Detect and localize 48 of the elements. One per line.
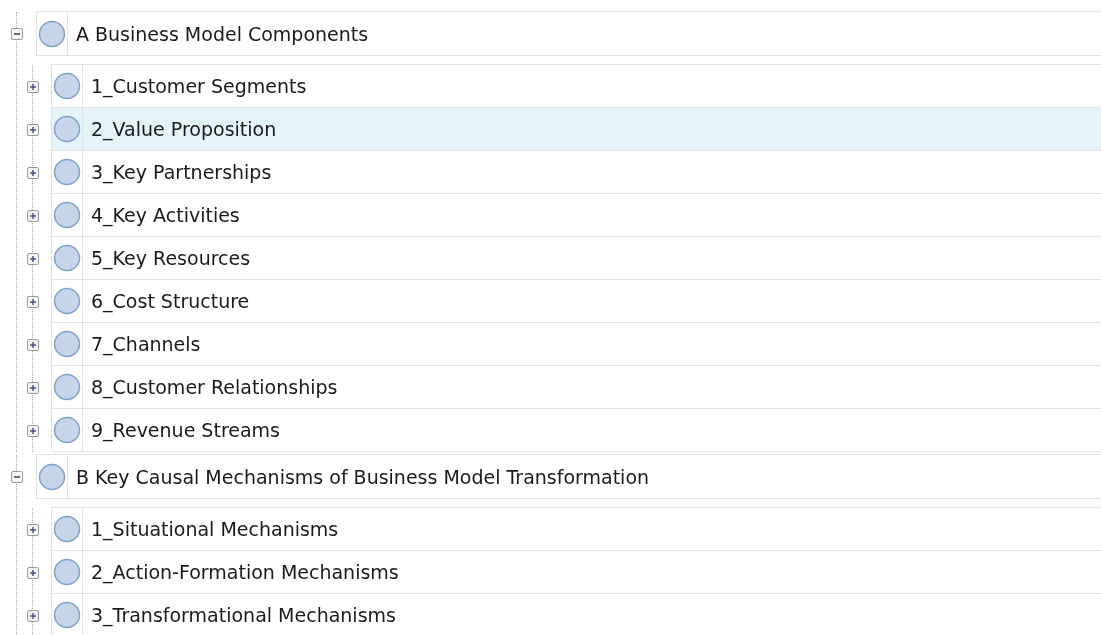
expander-icon[interactable] <box>27 123 39 136</box>
expander-icon[interactable] <box>27 566 39 579</box>
node-label: 1_Situational Mechanisms <box>90 518 339 540</box>
circle-node-icon <box>53 416 81 444</box>
tree-node[interactable]: 1_Situational Mechanisms <box>51 507 1101 551</box>
tree-node[interactable]: 9_Revenue Streams <box>51 408 1101 452</box>
circle-node-icon <box>53 244 81 272</box>
expander-icon[interactable] <box>27 209 39 222</box>
expander-icon[interactable] <box>27 80 39 93</box>
tree-node[interactable]: 2_Value Proposition <box>51 107 1101 151</box>
circle-node-icon <box>38 462 66 491</box>
expander-icon[interactable] <box>27 523 39 536</box>
expander-icon[interactable] <box>27 252 39 265</box>
expander-icon[interactable] <box>11 28 23 40</box>
node-label: 5_Key Resources <box>90 247 251 269</box>
tree-node[interactable]: A Business Model Components <box>36 11 1101 56</box>
circle-node-icon <box>53 158 81 186</box>
node-label: 4_Key Activities <box>90 204 240 226</box>
node-label: 3_Transformational Mechanisms <box>90 604 396 626</box>
tree-node[interactable]: B Key Causal Mechanisms of Business Model Transformation <box>36 454 1101 499</box>
circle-node-icon <box>53 558 81 586</box>
circle-node-icon <box>53 201 81 229</box>
expander-icon[interactable] <box>27 338 39 351</box>
node-label: 2_Value Proposition <box>90 118 277 140</box>
node-label: 8_Customer Relationships <box>90 376 338 398</box>
node-label: 9_Revenue Streams <box>90 419 281 441</box>
tree-node[interactable]: 1_Customer Segments <box>51 64 1101 108</box>
expander-icon[interactable] <box>27 609 39 622</box>
expander-icon[interactable] <box>27 166 39 179</box>
node-label: 1_Customer Segments <box>90 75 307 97</box>
expander-icon[interactable] <box>27 295 39 308</box>
expander-icon[interactable] <box>27 424 39 437</box>
node-label: 7_Channels <box>90 333 201 355</box>
circle-node-icon <box>53 287 81 315</box>
circle-node-icon <box>53 330 81 358</box>
circle-node-icon <box>53 72 81 100</box>
node-label: B Key Causal Mechanisms of Business Model Transformation <box>75 465 650 488</box>
circle-node-icon <box>53 115 81 143</box>
circle-node-icon <box>53 373 81 401</box>
node-label: 6_Cost Structure <box>90 290 250 312</box>
node-label: A Business Model Components <box>75 22 369 45</box>
expander-icon[interactable] <box>11 471 23 483</box>
circle-node-icon <box>38 19 66 48</box>
node-label: 2_Action-Formation Mechanisms <box>90 561 399 583</box>
circle-node-icon <box>53 601 81 629</box>
circle-node-icon <box>53 515 81 543</box>
expander-icon[interactable] <box>27 381 39 394</box>
node-label: 3_Key Partnerships <box>90 161 272 183</box>
